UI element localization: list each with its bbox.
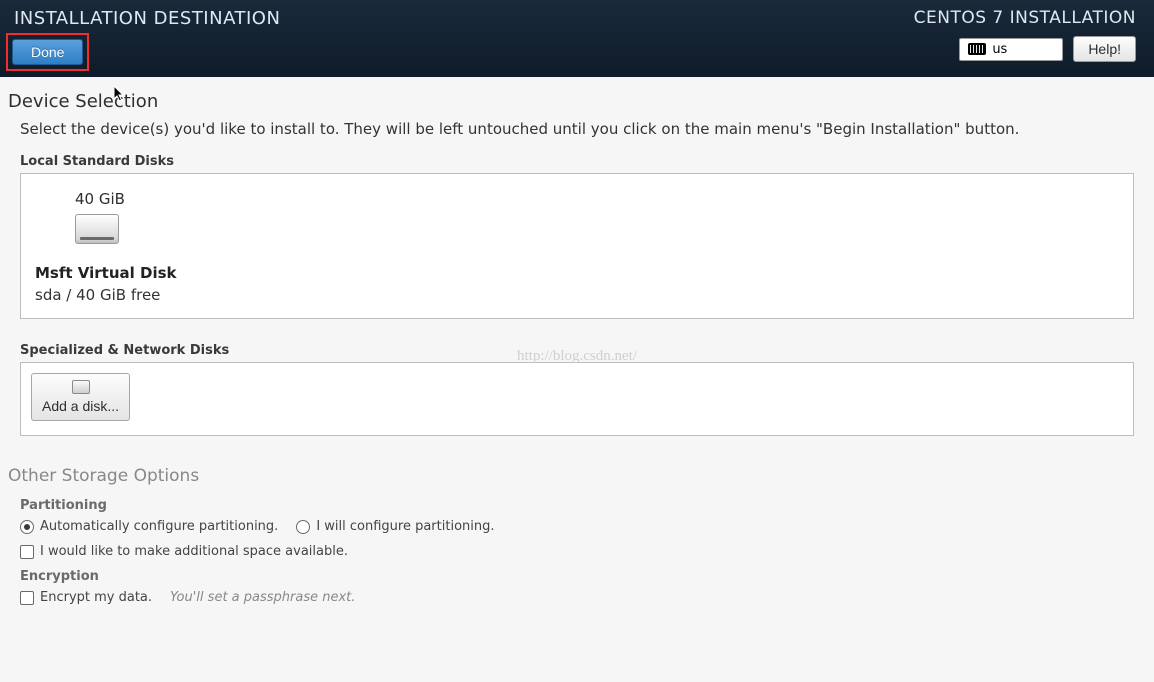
done-highlight-box: Done bbox=[6, 33, 89, 71]
network-disks-container: Add a disk... bbox=[20, 362, 1134, 436]
additional-space-row: I would like to make additional space av… bbox=[20, 544, 1146, 559]
add-disk-label: Add a disk... bbox=[42, 398, 119, 414]
additional-space-label: I would like to make additional space av… bbox=[40, 544, 348, 559]
manual-partition-radio[interactable]: I will configure partitioning. bbox=[296, 519, 494, 534]
page-title: INSTALLATION DESTINATION bbox=[14, 8, 280, 29]
checkbox-icon bbox=[20, 545, 34, 559]
manual-partition-label: I will configure partitioning. bbox=[316, 519, 494, 534]
device-selection-description: Select the device(s) you'd like to insta… bbox=[20, 120, 1146, 138]
disk-icon bbox=[72, 380, 90, 394]
local-disks-label: Local Standard Disks bbox=[20, 154, 1146, 169]
distro-title: CENTOS 7 INSTALLATION bbox=[914, 8, 1136, 28]
additional-space-checkbox[interactable]: I would like to make additional space av… bbox=[20, 544, 348, 559]
keyboard-icon bbox=[968, 43, 986, 55]
encrypt-hint: You'll set a passphrase next. bbox=[170, 590, 355, 605]
radio-icon bbox=[296, 520, 310, 534]
disk-size: 40 GiB bbox=[75, 190, 125, 208]
disk-name: Msft Virtual Disk bbox=[35, 264, 177, 282]
header-right: CENTOS 7 INSTALLATION us Help! bbox=[914, 8, 1136, 69]
hard-disk-icon bbox=[75, 214, 119, 244]
disk-item[interactable]: 40 GiB Msft Virtual Disk sda / 40 GiB fr… bbox=[35, 190, 177, 304]
header-bar: INSTALLATION DESTINATION Done CENTOS 7 I… bbox=[0, 0, 1154, 77]
done-button[interactable]: Done bbox=[12, 39, 83, 65]
auto-partition-radio[interactable]: Automatically configure partitioning. bbox=[20, 519, 278, 534]
header-controls: us Help! bbox=[959, 36, 1136, 62]
encrypt-checkbox[interactable]: Encrypt my data. bbox=[20, 590, 152, 605]
keyboard-layout-indicator[interactable]: us bbox=[959, 38, 1063, 61]
network-disks-label: Specialized & Network Disks bbox=[20, 343, 1146, 358]
other-storage-heading: Other Storage Options bbox=[8, 466, 1146, 486]
checkbox-icon bbox=[20, 591, 34, 605]
encryption-label: Encryption bbox=[20, 569, 1146, 584]
help-button[interactable]: Help! bbox=[1073, 36, 1136, 62]
add-disk-button[interactable]: Add a disk... bbox=[31, 373, 130, 421]
auto-partition-label: Automatically configure partitioning. bbox=[40, 519, 278, 534]
local-disks-container: 40 GiB Msft Virtual Disk sda / 40 GiB fr… bbox=[20, 173, 1134, 319]
encryption-row: Encrypt my data. You'll set a passphrase… bbox=[20, 590, 1146, 605]
partitioning-options: Automatically configure partitioning. I … bbox=[20, 519, 1146, 534]
locale-code: us bbox=[992, 42, 1007, 57]
disk-detail: sda / 40 GiB free bbox=[35, 286, 160, 304]
radio-icon bbox=[20, 520, 34, 534]
header-left: INSTALLATION DESTINATION Done bbox=[14, 8, 280, 69]
encrypt-label: Encrypt my data. bbox=[40, 590, 152, 605]
content-area: Device Selection Select the device(s) yo… bbox=[0, 77, 1154, 623]
partitioning-label: Partitioning bbox=[20, 498, 1146, 513]
device-selection-heading: Device Selection bbox=[8, 91, 1146, 112]
